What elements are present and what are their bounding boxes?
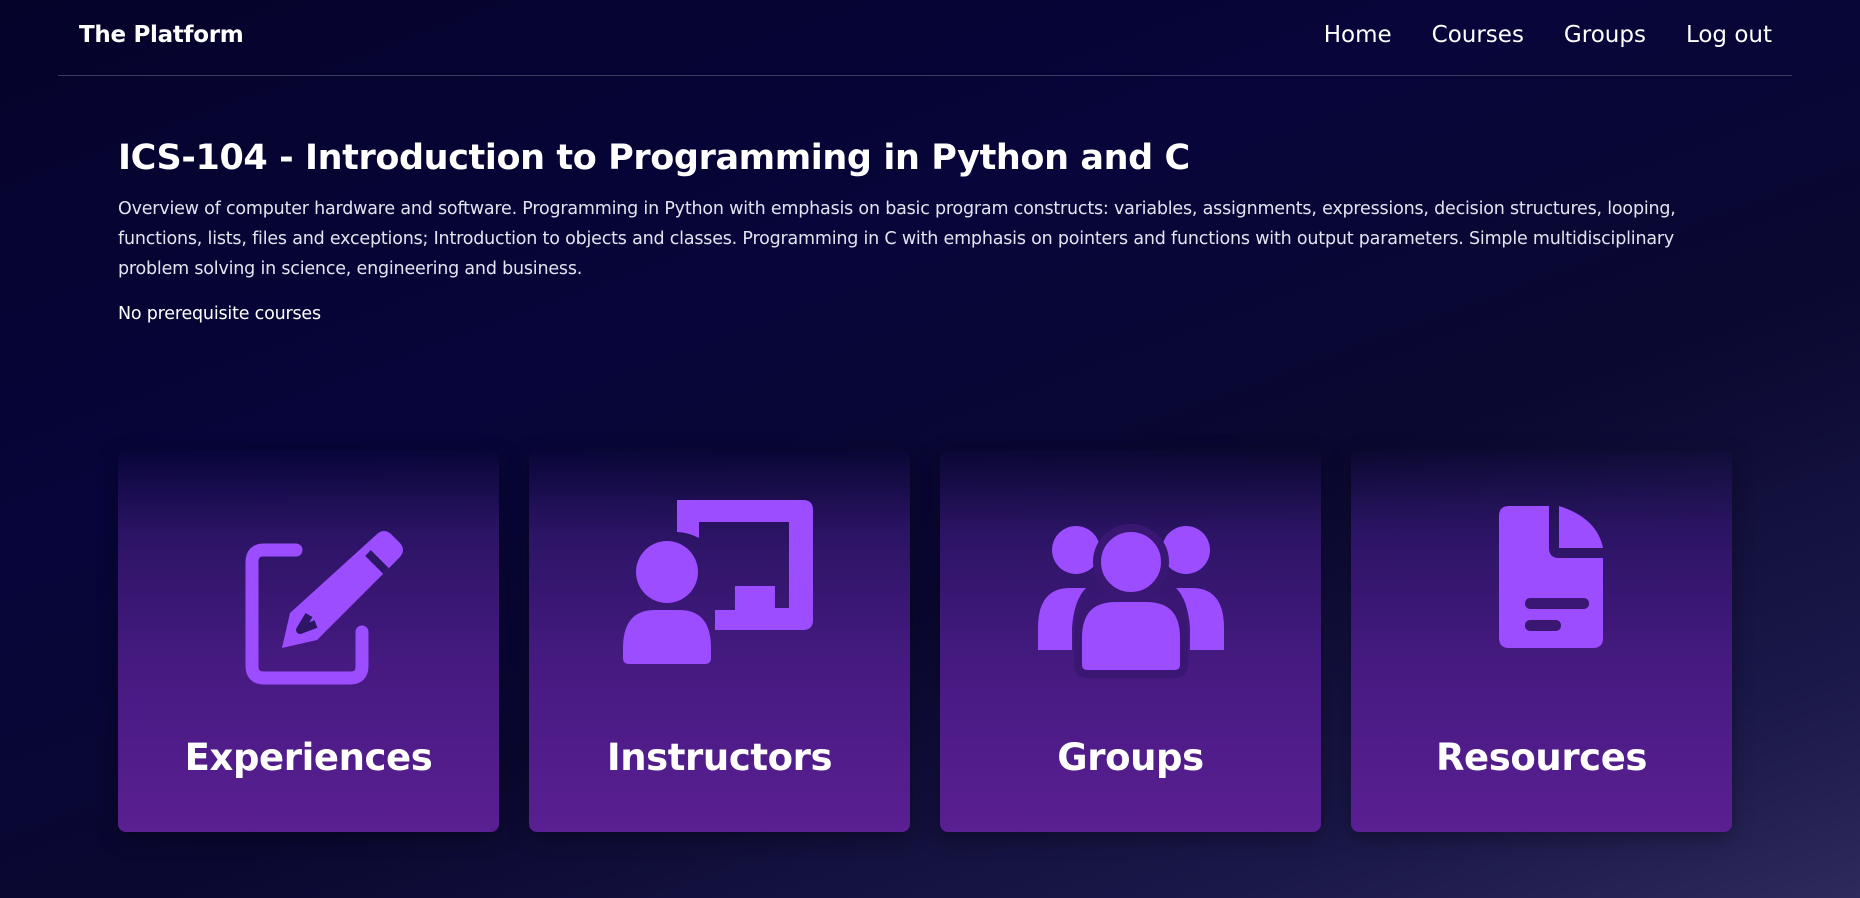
brand-logo-text[interactable]: The Platform <box>79 22 244 48</box>
nav-link-logout[interactable]: Log out <box>1686 22 1772 48</box>
course-header: ICS-104 - Introduction to Programming in… <box>118 134 1718 324</box>
pencil-square-icon <box>204 498 414 688</box>
card-experiences[interactable]: Experiences <box>118 450 499 832</box>
card-label-resources: Resources <box>1435 736 1648 779</box>
card-resources[interactable]: Resources <box>1351 450 1732 832</box>
file-lines-icon <box>1437 498 1647 688</box>
card-label-groups: Groups <box>1057 736 1204 779</box>
nav-links: Home Courses Groups Log out <box>1324 22 1772 48</box>
course-sections: Experiences Instructors Groups Resources <box>118 450 1732 832</box>
course-title: ICS-104 - Introduction to Programming in… <box>118 138 1190 178</box>
nav-link-groups[interactable]: Groups <box>1564 22 1646 48</box>
card-label-experiences: Experiences <box>184 736 433 779</box>
course-prerequisites: No prerequisite courses <box>118 304 321 324</box>
users-icon <box>1026 498 1236 688</box>
card-label-instructors: Instructors <box>606 736 833 779</box>
card-instructors[interactable]: Instructors <box>529 450 910 832</box>
chalkboard-teacher-icon <box>615 498 825 688</box>
nav-link-courses[interactable]: Courses <box>1432 22 1524 48</box>
nav-link-home[interactable]: Home <box>1324 22 1392 48</box>
navbar: The Platform Home Courses Groups Log out <box>58 0 1792 76</box>
card-groups[interactable]: Groups <box>940 450 1321 832</box>
course-description: Overview of computer hardware and softwa… <box>118 199 1676 279</box>
